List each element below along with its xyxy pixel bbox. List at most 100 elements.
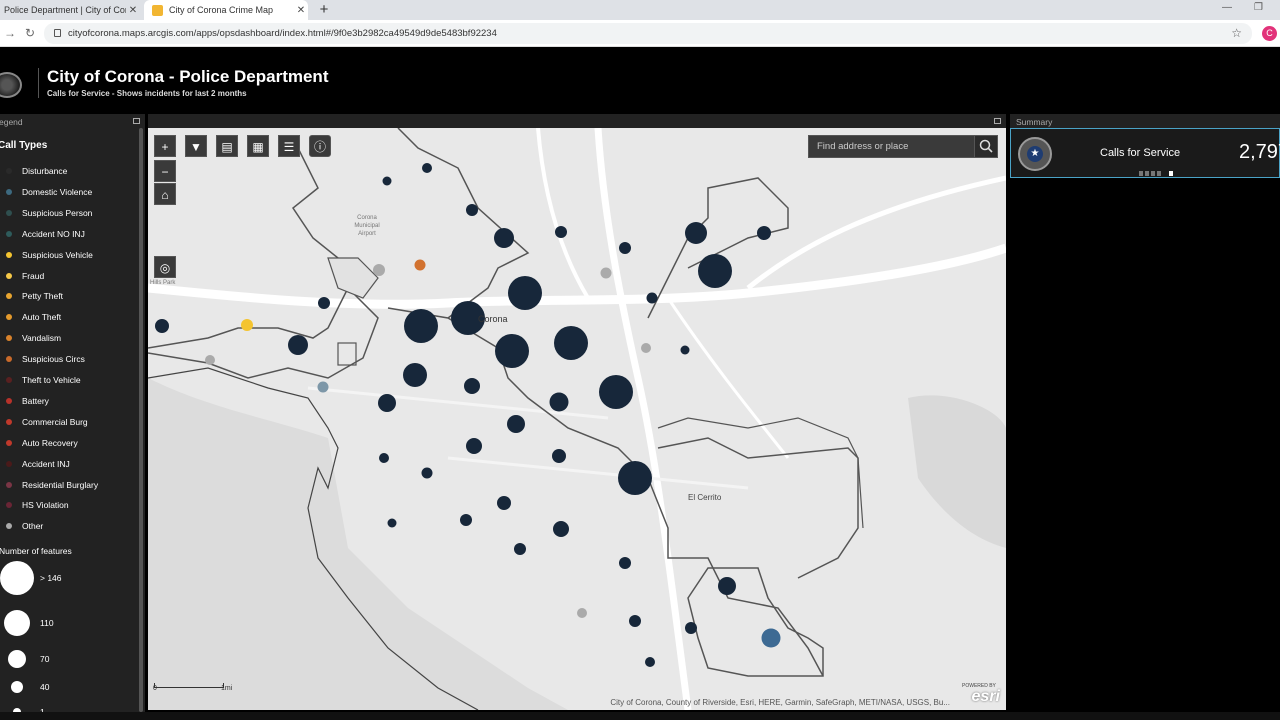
search-button[interactable] xyxy=(974,136,997,157)
incident-cluster-marker[interactable] xyxy=(466,438,482,454)
incident-cluster-marker[interactable] xyxy=(497,496,511,510)
incident-cluster-marker[interactable] xyxy=(318,297,330,309)
incident-cluster-marker[interactable] xyxy=(382,176,392,186)
profile-avatar[interactable]: C xyxy=(1262,26,1277,41)
legend-item[interactable]: Vandalism xyxy=(0,332,140,346)
legend-item[interactable]: Commercial Burg xyxy=(0,416,140,430)
incident-cluster-marker[interactable] xyxy=(422,163,432,173)
incident-cluster-marker[interactable] xyxy=(549,392,569,412)
incident-cluster-marker[interactable] xyxy=(241,319,253,331)
legend-scrollbar[interactable] xyxy=(139,128,143,712)
incident-cluster-marker[interactable] xyxy=(378,394,396,412)
legend-item[interactable]: Petty Theft xyxy=(0,290,140,304)
incident-cluster-marker[interactable] xyxy=(629,615,641,627)
incident-cluster-marker[interactable] xyxy=(685,622,697,634)
incident-cluster-marker[interactable] xyxy=(379,453,389,463)
layers-button[interactable]: ☰ xyxy=(278,135,300,157)
incident-cluster-marker[interactable] xyxy=(495,334,529,368)
incident-cluster-marker[interactable] xyxy=(757,226,771,240)
incident-cluster-marker[interactable] xyxy=(460,514,472,526)
incident-cluster-marker[interactable] xyxy=(317,381,329,393)
legend-item[interactable]: Suspicious Person xyxy=(0,207,140,221)
legend-item-label: Suspicious Circs xyxy=(22,354,85,365)
incident-cluster-marker[interactable] xyxy=(645,657,655,667)
filter-button[interactable]: ▼ xyxy=(185,135,207,157)
minimize-icon[interactable]: — xyxy=(1222,2,1232,13)
header-divider xyxy=(38,68,39,98)
home-button[interactable]: ⌂ xyxy=(154,183,176,205)
incident-cluster-marker[interactable] xyxy=(552,449,566,463)
zoom-out-button[interactable]: − xyxy=(154,160,176,182)
search-input[interactable] xyxy=(809,136,975,157)
url-field[interactable]: cityofcorona.maps.arcgis.com/apps/opsdas… xyxy=(44,23,1252,44)
indicator-pager[interactable] xyxy=(1139,171,1175,176)
legend-item[interactable]: Battery xyxy=(0,395,140,409)
legend-item[interactable]: Auto Recovery xyxy=(0,437,140,451)
legend-item[interactable]: Theft to Vehicle xyxy=(0,374,140,388)
incident-cluster-marker[interactable] xyxy=(680,345,690,355)
incident-cluster-marker[interactable] xyxy=(421,467,433,479)
incident-cluster-marker[interactable] xyxy=(404,309,438,343)
calls-for-service-indicator[interactable]: ★ Calls for Service 2,797 xyxy=(1010,128,1280,178)
incident-cluster-marker[interactable] xyxy=(507,415,525,433)
legend-item[interactable]: Suspicious Vehicle xyxy=(0,249,140,263)
print-button[interactable]: ▤ xyxy=(216,135,238,157)
maximize-icon[interactable] xyxy=(994,118,1001,124)
incident-cluster-marker[interactable] xyxy=(619,557,631,569)
tab-close-icon[interactable]: ✕ xyxy=(126,5,140,16)
incident-cluster-marker[interactable] xyxy=(555,226,567,238)
incident-cluster-marker[interactable] xyxy=(685,222,707,244)
incident-cluster-marker[interactable] xyxy=(600,267,612,279)
legend-item[interactable]: Fraud xyxy=(0,270,140,284)
restore-icon[interactable]: ❐ xyxy=(1254,2,1263,13)
incident-cluster-marker[interactable] xyxy=(514,543,526,555)
incident-cluster-marker[interactable] xyxy=(205,355,215,365)
incident-cluster-marker[interactable] xyxy=(577,608,587,618)
incident-cluster-marker[interactable] xyxy=(387,518,397,528)
incident-cluster-marker[interactable] xyxy=(466,204,478,216)
legend-item[interactable]: Accident INJ xyxy=(0,458,140,472)
incident-cluster-marker[interactable] xyxy=(508,276,542,310)
legend-item[interactable]: Domestic Violence xyxy=(0,186,140,200)
zoom-in-button[interactable]: + xyxy=(154,135,176,157)
incident-cluster-marker[interactable] xyxy=(698,254,732,288)
map-view[interactable]: Corona El Cerrito POWERED BY Corona Municipa… xyxy=(148,128,1006,710)
bookmark-star-icon[interactable]: ☆ xyxy=(1231,26,1242,40)
incident-cluster-marker[interactable] xyxy=(761,628,781,648)
locate-button[interactable]: ◎ xyxy=(154,256,176,278)
legend-item[interactable]: Auto Theft xyxy=(0,311,140,325)
maximize-icon[interactable] xyxy=(133,118,140,124)
incident-cluster-marker[interactable] xyxy=(373,264,385,276)
incident-cluster-marker[interactable] xyxy=(464,378,480,394)
forward-icon[interactable]: → xyxy=(4,26,16,40)
incident-cluster-marker[interactable] xyxy=(599,375,633,409)
info-button[interactable]: ⓘ xyxy=(309,135,331,157)
legend-item[interactable]: Residential Burglary xyxy=(0,479,140,493)
incident-cluster-marker[interactable] xyxy=(288,335,308,355)
basemap-gallery-button[interactable]: ▦ xyxy=(247,135,269,157)
tab-close-icon[interactable]: ✕ xyxy=(294,5,308,16)
incident-cluster-marker[interactable] xyxy=(718,577,736,595)
legend-item[interactable]: HS Violation xyxy=(0,499,140,513)
reload-icon[interactable]: ↻ xyxy=(25,26,35,40)
incident-cluster-marker[interactable] xyxy=(646,292,658,304)
legend-item[interactable]: Disturbance xyxy=(0,165,140,179)
incident-cluster-marker[interactable] xyxy=(618,461,652,495)
legend-item[interactable]: Accident NO INJ xyxy=(0,228,140,242)
new-tab-icon[interactable]: + xyxy=(316,1,332,18)
incident-cluster-marker[interactable] xyxy=(414,259,426,271)
incident-cluster-marker[interactable] xyxy=(155,319,169,333)
browser-tab-police-department[interactable]: Police Department | City of Corona ✕ xyxy=(0,0,140,20)
legend-item[interactable]: Other xyxy=(0,520,140,534)
incident-cluster-marker[interactable] xyxy=(553,521,569,537)
incident-cluster-marker[interactable] xyxy=(403,363,427,387)
esri-logo[interactable]: esri xyxy=(972,688,1000,706)
browser-tab-crime-map[interactable]: City of Corona Crime Map ✕ xyxy=(144,0,308,20)
map-attribution[interactable]: City of Corona, County of Riverside, Esr… xyxy=(610,698,950,707)
legend-item[interactable]: Suspicious Circs xyxy=(0,353,140,367)
incident-cluster-marker[interactable] xyxy=(619,242,631,254)
incident-cluster-marker[interactable] xyxy=(494,228,514,248)
incident-cluster-marker[interactable] xyxy=(641,343,651,353)
legend-item-label: Accident NO INJ xyxy=(22,228,85,239)
incident-cluster-marker[interactable] xyxy=(554,326,588,360)
